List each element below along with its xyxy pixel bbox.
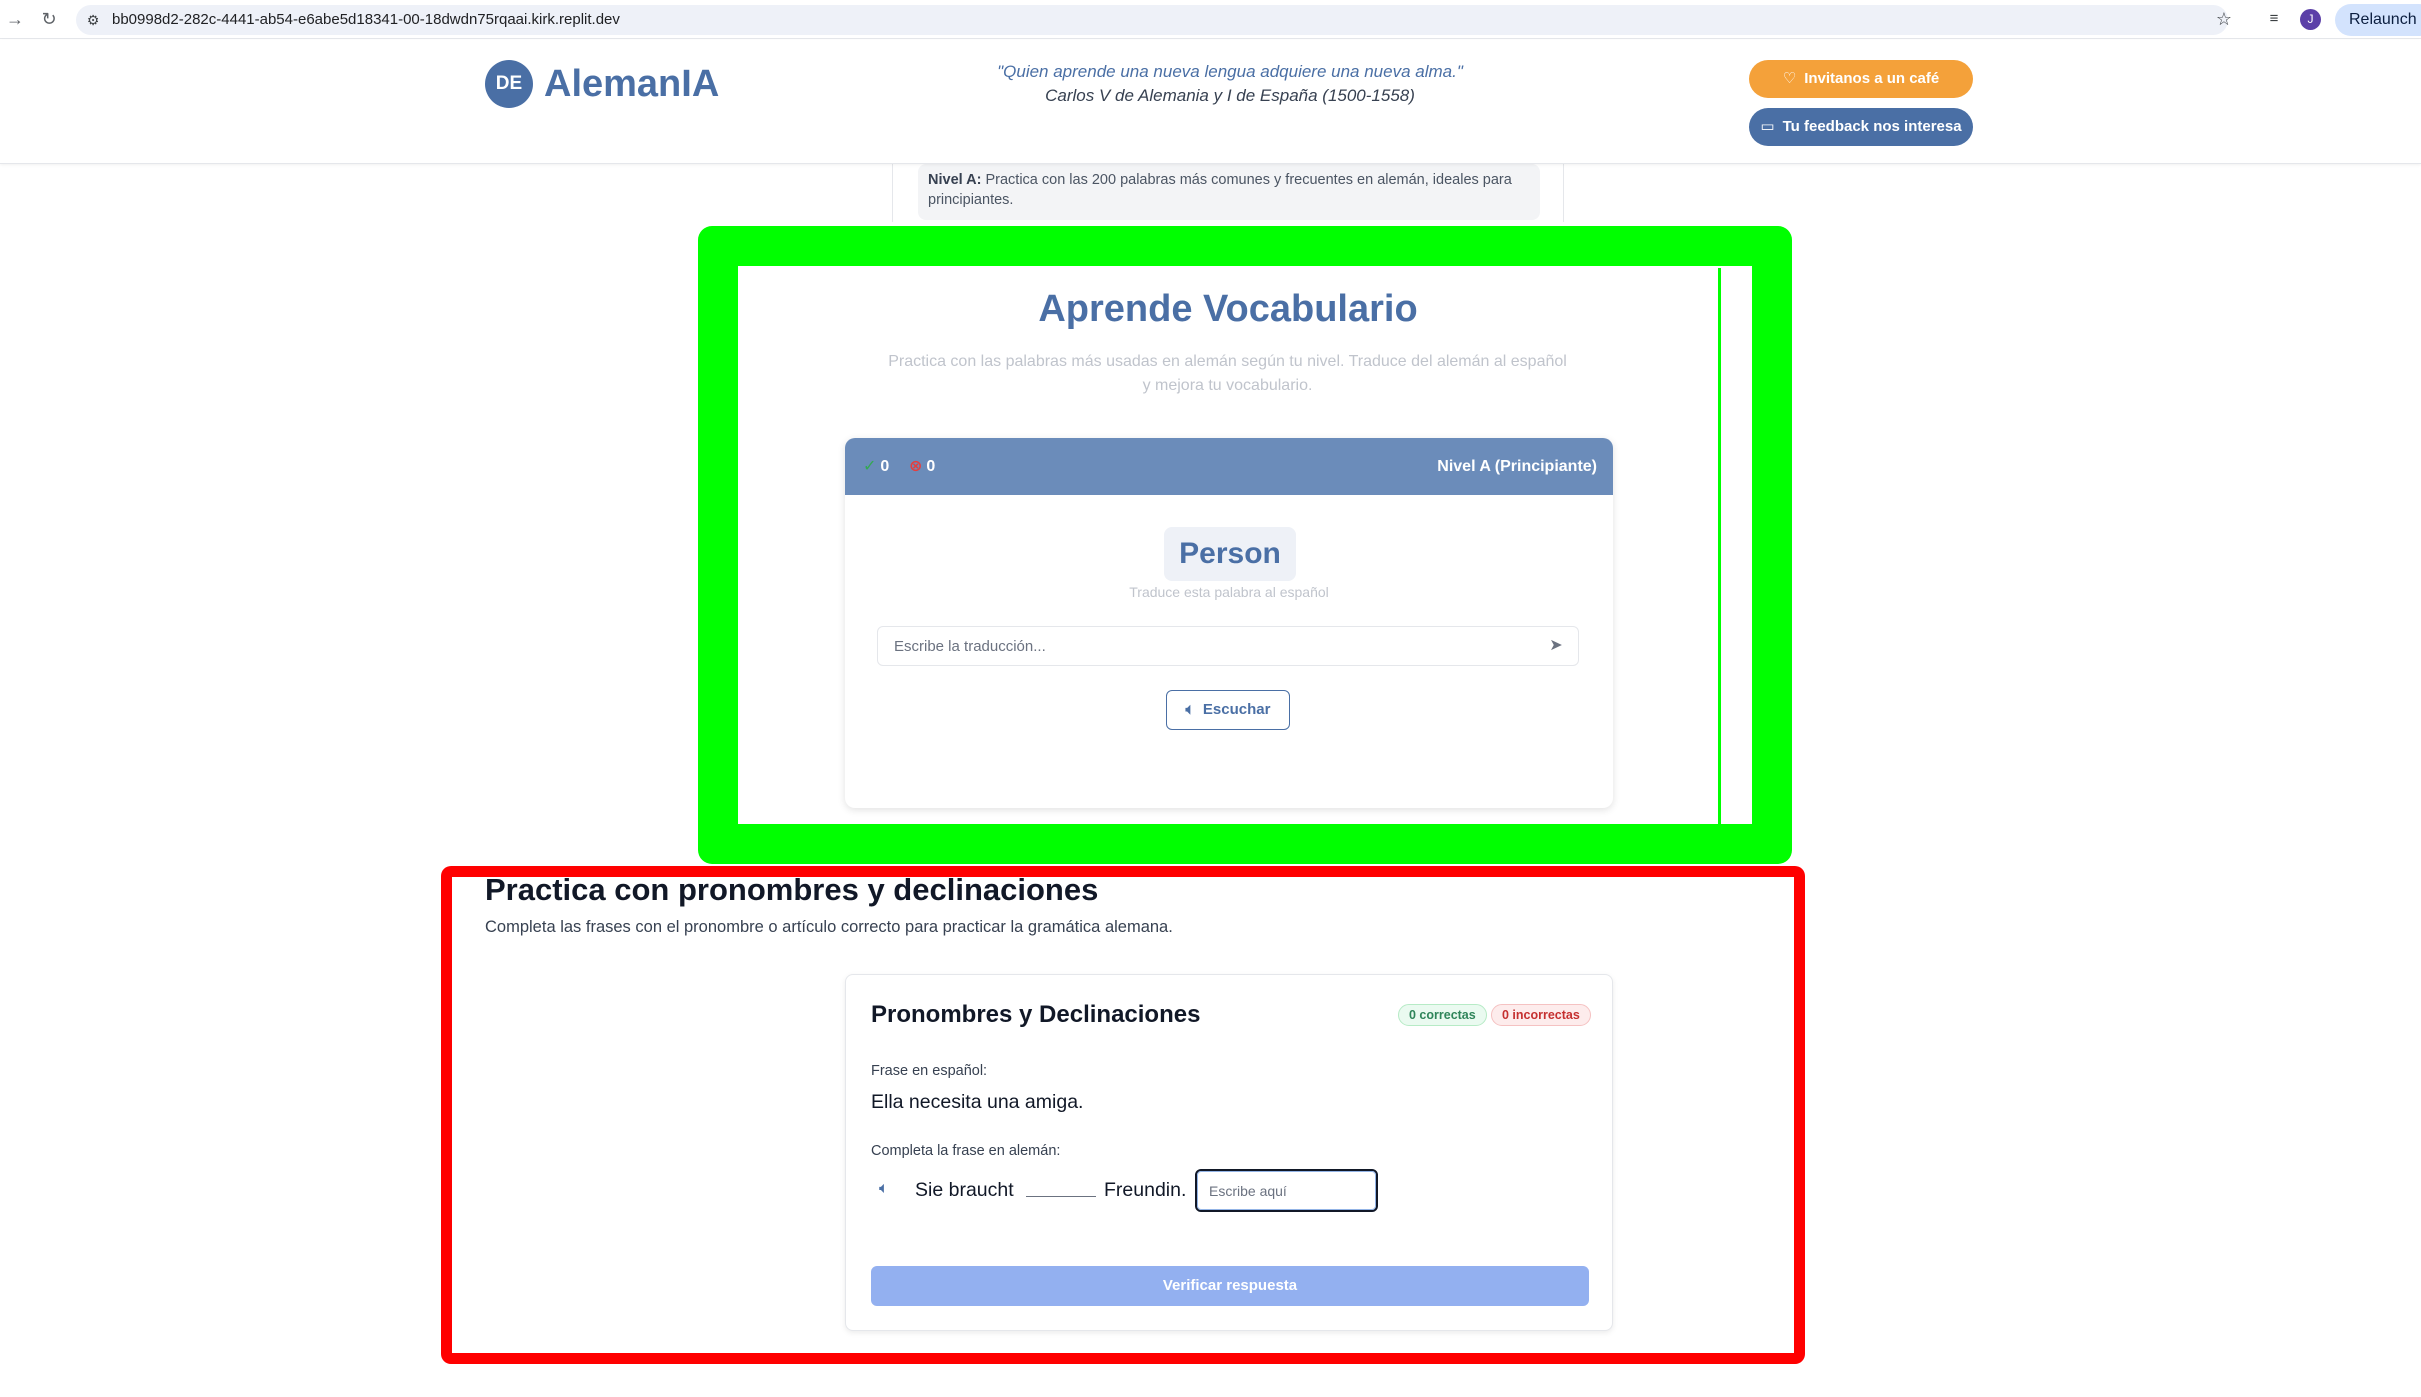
header-quote-author: Carlos V de Alemania y I de España (1500… xyxy=(1045,86,1415,105)
relaunch-button[interactable]: Relaunch t xyxy=(2335,4,2421,36)
highlight-line-green xyxy=(1718,268,1721,834)
vocab-title: Aprende Vocabulario xyxy=(1038,288,1418,330)
spanish-sentence: Ella necesita una amiga. xyxy=(871,1091,1084,1113)
site-info-icon[interactable]: ⚙ xyxy=(84,11,102,29)
level-note-label: Nivel A: xyxy=(928,172,982,188)
media-controls-icon[interactable]: ≡ xyxy=(2262,8,2286,30)
answer-input[interactable] xyxy=(1197,1171,1376,1210)
spanish-sentence-label: Frase en español: xyxy=(871,1063,988,1079)
pronouns-section-subtitle: Completa las frases con el pronombre o a… xyxy=(485,918,1173,936)
reload-icon[interactable]: ↻ xyxy=(38,8,60,30)
translation-input[interactable] xyxy=(878,627,1528,665)
message-icon: ▭ xyxy=(1760,118,1775,135)
level-label: Nivel A (Principiante) xyxy=(1437,458,1597,475)
speaker-icon: 🔈︎ xyxy=(1185,701,1195,718)
translation-field[interactable]: ➤ xyxy=(877,626,1579,666)
pronouns-card-title: Pronombres y Declinaciones xyxy=(871,1001,1201,1028)
coffee-button-label: Invitanos a un café xyxy=(1804,70,1940,87)
incorrect-count: 0 xyxy=(926,458,936,475)
bookmark-star-icon[interactable]: ☆ xyxy=(2213,8,2235,30)
coffee-button[interactable]: ♡ Invitanos a un café xyxy=(1749,60,1973,98)
x-circle-icon: ⊗ xyxy=(909,458,923,475)
page: → ↻ ⚙ bb0998d2-282c-4441-ab54-e6abe5d183… xyxy=(0,0,2421,1397)
address-bar[interactable]: ⚙ bb0998d2-282c-4441-ab54-e6abe5d18341-0… xyxy=(76,5,2228,35)
listen-button-label: Escuchar xyxy=(1202,701,1271,718)
pronouns-section-title: Practica con pronombres y declinaciones xyxy=(485,872,1099,907)
vocab-word: Person xyxy=(1164,527,1296,581)
blank-line xyxy=(1026,1196,1096,1197)
site-header: DE AlemanIA "Quien aprende una nueva len… xyxy=(0,40,2421,164)
header-quote: "Quien aprende una nueva lengua adquiere… xyxy=(997,62,1463,81)
answer-field[interactable] xyxy=(1195,1169,1378,1212)
forward-icon[interactable]: → xyxy=(4,8,26,30)
listen-button[interactable]: 🔈︎ Escuchar xyxy=(1166,690,1290,730)
browser-toolbar: → ↻ ⚙ bb0998d2-282c-4441-ab54-e6abe5d183… xyxy=(0,0,2421,39)
pronouns-card: Pronombres y Declinaciones 0 correctas 0… xyxy=(845,974,1613,1331)
vocab-card: ✓ 0 ⊗ 0 Nivel A (Principiante) Person Trad… xyxy=(845,438,1613,808)
level-note: Nivel A: Practica con las 200 palabras m… xyxy=(918,164,1540,220)
profile-avatar[interactable]: J xyxy=(2300,9,2321,30)
german-sentence-end: Freundin. xyxy=(1104,1179,1187,1201)
speaker-icon[interactable]: 🔈︎ xyxy=(879,1178,901,1200)
feedback-button-label: Tu feedback nos interesa xyxy=(1782,118,1962,135)
send-icon[interactable]: ➤ xyxy=(1546,636,1566,656)
german-sentence-start: Sie braucht xyxy=(915,1179,1014,1201)
incorrect-badge: 0 incorrectas xyxy=(1491,1004,1591,1026)
heart-icon: ♡ xyxy=(1782,70,1797,87)
verify-button[interactable]: Verificar respuesta xyxy=(871,1266,1589,1306)
level-note-text: Practica con las 200 palabras más comune… xyxy=(928,172,1512,208)
logo-text[interactable]: AlemanIA xyxy=(544,60,719,108)
german-sentence-label: Completa la frase en alemán: xyxy=(871,1143,1061,1159)
vocab-card-header: ✓ 0 ⊗ 0 Nivel A (Principiante) xyxy=(845,438,1613,495)
feedback-button[interactable]: ▭ Tu feedback nos interesa xyxy=(1749,108,1973,146)
vocab-hint: Traduce esta palabra al español xyxy=(1129,584,1329,600)
check-circle-icon: ✓ xyxy=(863,458,877,475)
correct-badge: 0 correctas xyxy=(1398,1004,1487,1026)
logo-badge[interactable]: DE xyxy=(485,60,533,108)
incorrect-score: ⊗ 0 xyxy=(909,438,935,495)
url-text[interactable]: bb0998d2-282c-4441-ab54-e6abe5d18341-00-… xyxy=(112,5,620,35)
correct-score: ✓ 0 xyxy=(863,438,889,495)
vocab-subtitle: Practica con las palabras más usadas en … xyxy=(888,353,1567,394)
correct-count: 0 xyxy=(880,458,890,475)
